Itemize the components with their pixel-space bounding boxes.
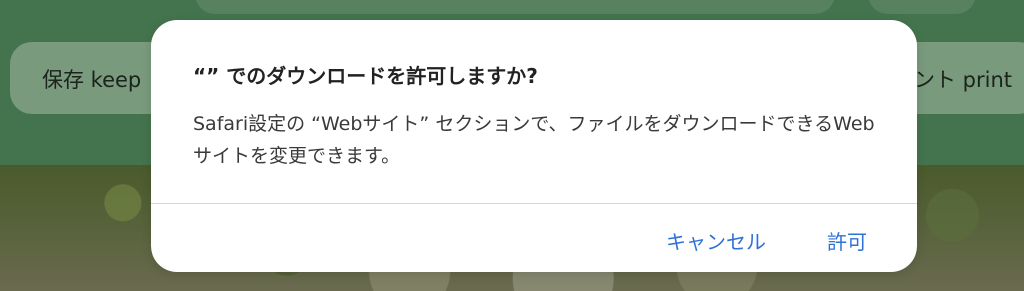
- dialog-message: Safari設定の “Webサイト” セクションで、ファイルをダウンロードできる…: [193, 113, 875, 167]
- keep-chip-label: 保存 keep: [42, 68, 142, 92]
- download-permission-dialog: “” でのダウンロードを許可しますか? Safari設定の “Webサイト” セ…: [151, 20, 917, 272]
- top-bar: [195, 0, 835, 14]
- cancel-button[interactable]: キャンセル: [666, 226, 766, 255]
- dialog-title: “” でのダウンロードを許可しますか?: [193, 64, 538, 88]
- print-chip-label: ント print: [914, 68, 1013, 92]
- allow-button[interactable]: 許可: [827, 226, 867, 255]
- top-bar-right: [868, 0, 976, 14]
- dialog-divider: [151, 203, 917, 204]
